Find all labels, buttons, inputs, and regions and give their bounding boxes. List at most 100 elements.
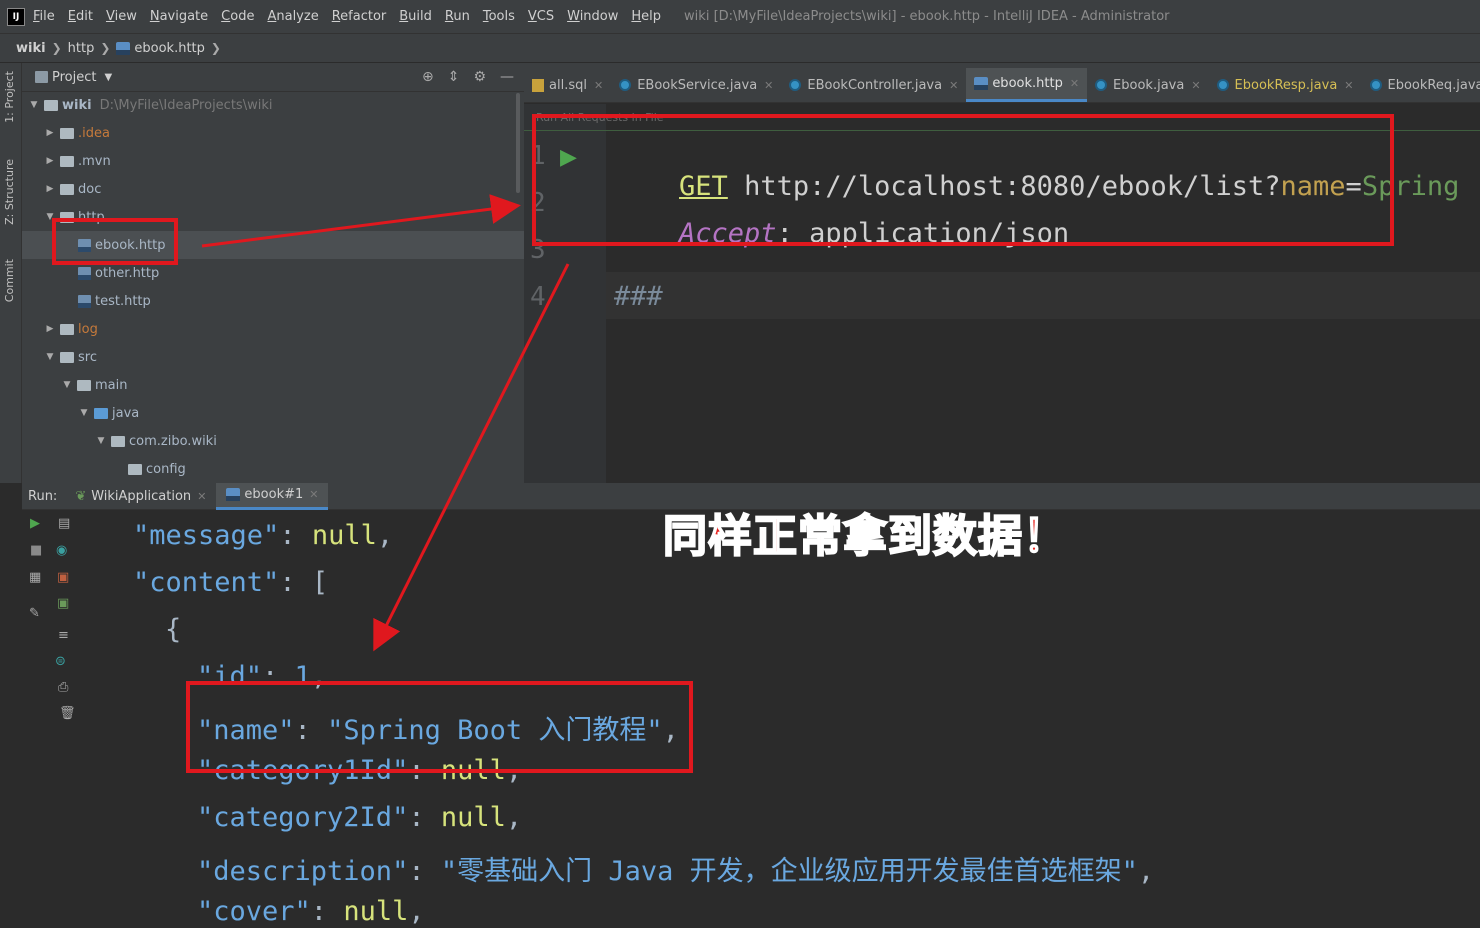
close-icon[interactable]: ✕ bbox=[309, 488, 318, 501]
history-icon[interactable]: ▣ bbox=[57, 596, 69, 611]
menu-bar: IJ File Edit View Navigate Code Analyze … bbox=[0, 0, 1480, 33]
json-key: "content" bbox=[133, 567, 280, 598]
collapsed-arrow-icon[interactable]: ▶ bbox=[44, 184, 56, 194]
tree-item-label: other.http bbox=[95, 265, 160, 281]
tree-item-java[interactable]: ▼ java bbox=[22, 399, 524, 427]
menu-vcs[interactable]: VCS bbox=[528, 9, 554, 24]
expanded-arrow-icon[interactable]: ▼ bbox=[28, 100, 40, 110]
tab-ebookreq[interactable]: EbookReq.java✕ bbox=[1362, 68, 1480, 102]
menu-code[interactable]: Code bbox=[221, 9, 254, 24]
menu-tools[interactable]: Tools bbox=[483, 9, 515, 24]
chevron-down-icon[interactable]: ▼ bbox=[104, 72, 112, 83]
menu-run[interactable]: Run bbox=[445, 9, 470, 24]
headers-icon[interactable]: ▣ bbox=[57, 570, 69, 585]
folder-icon bbox=[60, 183, 74, 195]
expanded-arrow-icon[interactable]: ▼ bbox=[44, 352, 56, 362]
tab-all-sql[interactable]: all.sql ✕ bbox=[524, 68, 611, 102]
trash-icon[interactable]: 🗑 bbox=[59, 706, 76, 721]
menu-window[interactable]: Window bbox=[567, 9, 618, 24]
class-icon bbox=[619, 79, 632, 91]
tool-tab-project[interactable]: 1: Project bbox=[3, 71, 16, 123]
http-file-icon bbox=[226, 488, 241, 501]
tab-label: all.sql bbox=[549, 77, 587, 93]
tree-item-config[interactable]: config bbox=[22, 455, 524, 483]
menu-help[interactable]: Help bbox=[631, 9, 661, 24]
close-icon[interactable]: ✕ bbox=[949, 79, 958, 92]
expanded-arrow-icon[interactable]: ▼ bbox=[95, 436, 107, 446]
menu-navigate[interactable]: Navigate bbox=[150, 9, 208, 24]
gear-icon[interactable]: ⚙ bbox=[473, 69, 486, 85]
menu-view[interactable]: View bbox=[106, 9, 137, 24]
menu-analyze[interactable]: Analyze bbox=[267, 9, 318, 24]
tree-item-package[interactable]: ▼ com.zibo.wiki bbox=[22, 427, 524, 455]
close-icon[interactable]: ✕ bbox=[1344, 79, 1353, 92]
output-line: "category2Id": null, bbox=[197, 802, 523, 833]
print-icon[interactable]: ⎙ bbox=[58, 680, 68, 695]
tree-item-test-http[interactable]: test.http bbox=[22, 287, 524, 315]
document-icon[interactable]: ▤ bbox=[58, 516, 70, 531]
tree-item-label: .idea bbox=[78, 125, 110, 141]
layout-icon[interactable]: ▦ bbox=[29, 570, 41, 585]
annotation-text: 同样正常拿到数据！ bbox=[662, 510, 1068, 563]
menu-build[interactable]: Build bbox=[399, 9, 432, 24]
run-tab-wikiapplication[interactable]: ❦ WikiApplication ✕ bbox=[65, 483, 216, 510]
tab-ebook-http[interactable]: ebook.http ✕ bbox=[966, 68, 1088, 102]
menu-refactor[interactable]: Refactor bbox=[332, 9, 387, 24]
folder-icon bbox=[77, 379, 91, 391]
tree-item-label: java bbox=[112, 405, 140, 421]
tool-tab-commit[interactable]: Commit bbox=[3, 259, 16, 302]
run-tab-ebook1[interactable]: ebook#1 ✕ bbox=[216, 482, 329, 510]
project-title[interactable]: Project bbox=[52, 70, 96, 85]
collapse-all-icon[interactable]: ⇕ bbox=[448, 69, 460, 85]
breadcrumb-root[interactable]: wiki bbox=[16, 41, 46, 56]
soft-wrap-icon[interactable]: ≡ bbox=[58, 628, 69, 643]
json-value: [ bbox=[311, 567, 329, 598]
close-icon[interactable]: ✕ bbox=[1191, 79, 1200, 92]
close-icon[interactable]: ✕ bbox=[1070, 77, 1079, 90]
minimize-icon[interactable]: — bbox=[500, 69, 514, 85]
code-line-4[interactable]: ### bbox=[614, 281, 663, 312]
cookie-icon[interactable]: ◉ bbox=[56, 543, 67, 558]
tree-item-label: src bbox=[78, 349, 97, 365]
expanded-arrow-icon[interactable]: ▼ bbox=[78, 408, 90, 418]
expanded-arrow-icon[interactable]: ▼ bbox=[61, 380, 73, 390]
json-value: null bbox=[311, 520, 377, 551]
folder-icon bbox=[60, 127, 74, 139]
tool-tab-structure[interactable]: Z: Structure bbox=[3, 159, 16, 225]
tree-item-label: main bbox=[95, 377, 128, 393]
scroll-to-end-icon[interactable]: ⊜ bbox=[55, 654, 66, 669]
tree-item-label: wiki bbox=[62, 97, 92, 113]
stop-icon[interactable]: ■ bbox=[30, 543, 42, 558]
tree-item-main[interactable]: ▼ main bbox=[22, 371, 524, 399]
tree-item-log[interactable]: ▶ log bbox=[22, 315, 524, 343]
tree-item-label: .mvn bbox=[78, 153, 111, 169]
close-icon[interactable]: ✕ bbox=[197, 490, 206, 503]
project-view-icon bbox=[35, 71, 48, 83]
tree-item-wiki[interactable]: ▼ wiki D:\MyFile\IdeaProjects\wiki bbox=[22, 91, 524, 119]
locate-icon[interactable]: ⊕ bbox=[422, 69, 434, 85]
source-folder-icon bbox=[94, 407, 108, 419]
pin-icon[interactable]: ✎ bbox=[29, 606, 40, 621]
package-icon bbox=[128, 463, 142, 475]
tree-item-src[interactable]: ▼ src bbox=[22, 343, 524, 371]
collapsed-arrow-icon[interactable]: ▶ bbox=[44, 128, 56, 138]
menu-file[interactable]: File bbox=[33, 9, 55, 24]
collapsed-arrow-icon[interactable]: ▶ bbox=[44, 156, 56, 166]
collapsed-arrow-icon[interactable]: ▶ bbox=[44, 324, 56, 334]
menu-edit[interactable]: Edit bbox=[68, 9, 93, 24]
tree-item-idea[interactable]: ▶ .idea bbox=[22, 119, 524, 147]
tab-ebookresp[interactable]: EbookResp.java ✕ bbox=[1209, 68, 1362, 102]
close-icon[interactable]: ✕ bbox=[594, 79, 603, 92]
rerun-icon[interactable]: ▶ bbox=[30, 516, 40, 531]
breadcrumb-file[interactable]: ebook.http bbox=[134, 41, 205, 56]
tree-item-mvn[interactable]: ▶ .mvn bbox=[22, 147, 524, 175]
close-icon[interactable]: ✕ bbox=[764, 79, 773, 92]
breadcrumb-folder[interactable]: http bbox=[68, 41, 95, 56]
tab-ebook-java[interactable]: Ebook.java ✕ bbox=[1087, 68, 1209, 102]
package-icon bbox=[111, 435, 125, 447]
class-icon bbox=[1216, 79, 1229, 91]
tree-item-doc[interactable]: ▶ doc bbox=[22, 175, 524, 203]
tree-item-label: config bbox=[146, 461, 186, 477]
tab-ebookservice[interactable]: EBookService.java ✕ bbox=[611, 68, 781, 102]
tab-ebookcontroller[interactable]: EBookController.java ✕ bbox=[781, 68, 966, 102]
